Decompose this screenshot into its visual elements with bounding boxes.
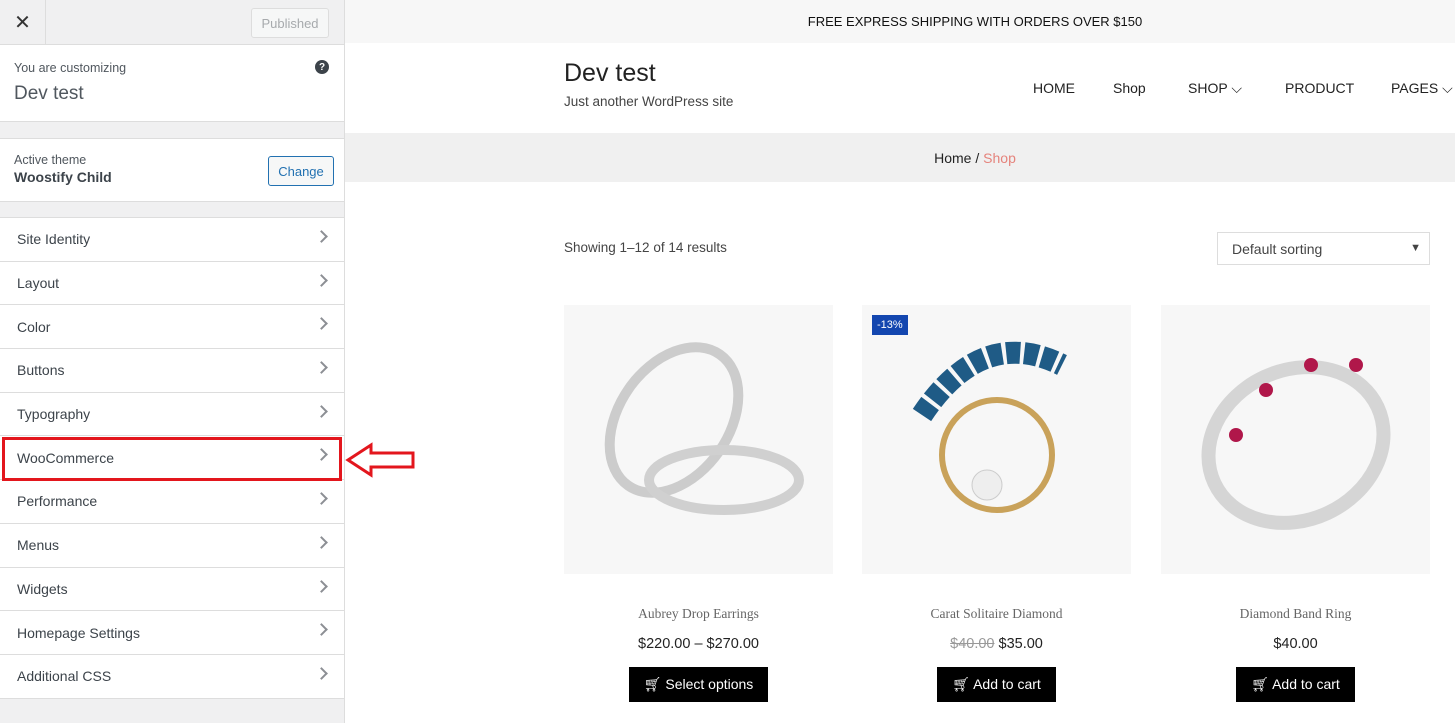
nav-shop-dropdown[interactable]: SHOP ⌵ (1188, 80, 1242, 97)
menu-item-buttons[interactable]: Buttons (0, 349, 344, 393)
menu-item-label: Site Identity (17, 231, 91, 248)
menu-item-performance[interactable]: Performance (0, 480, 344, 524)
nav-product[interactable]: PRODUCT (1285, 80, 1354, 96)
product-card: Aubrey Drop Earrings $220.00 – $270.00 🛒… (564, 305, 833, 702)
site-tagline: Just another WordPress site (564, 94, 734, 109)
nav-label: SHOP (1188, 80, 1228, 96)
product-price: $220.00 – $270.00 (638, 636, 759, 652)
menu-item-label: WooCommerce (17, 449, 114, 466)
menu-item-typography[interactable]: Typography (0, 392, 344, 437)
product-card: -13% Carat Solitaire Diamond $40.00 $35.0… (862, 305, 1131, 702)
chevron-right-icon (315, 579, 328, 593)
breadcrumb-separator: / (975, 149, 980, 166)
customizer-header: ✕ Published (0, 0, 344, 45)
sale-price: $35.00 (998, 636, 1043, 652)
add-to-cart-button[interactable]: 🛒︎ Add to cart (937, 667, 1056, 702)
nav-label: PAGES (1391, 80, 1439, 96)
chevron-down-icon: ⌵ (1442, 80, 1453, 96)
help-icon[interactable]: ? (315, 60, 329, 74)
menu-item-label: Homepage Settings (17, 624, 140, 641)
chevron-right-icon (315, 404, 328, 418)
product-image[interactable] (1161, 305, 1430, 574)
menu-item-menus[interactable]: Menus (0, 523, 344, 568)
product-name[interactable]: Aubrey Drop Earrings (564, 606, 833, 622)
button-label: Add to cart (973, 676, 1041, 692)
chevron-right-icon (315, 273, 328, 287)
select-options-button[interactable]: 🛒︎ Select options (628, 667, 769, 702)
menu-item-site-identity[interactable]: Site Identity (0, 218, 344, 262)
menu-item-label: Buttons (17, 362, 65, 379)
button-label: Add to cart (1272, 676, 1340, 692)
brooch-image-icon (912, 341, 1067, 513)
breadcrumb: Home / Shop (345, 133, 1455, 182)
menu-item-label: Typography (17, 406, 91, 423)
customizer-sidebar: ✕ Published You are customizing Dev test… (0, 0, 345, 723)
product-name[interactable]: Carat Solitaire Diamond (862, 606, 1131, 622)
breadcrumb-current: Shop (983, 149, 1016, 166)
menu-item-label: Menus (17, 537, 60, 554)
old-price: $40.00 (950, 636, 995, 652)
product-image[interactable] (564, 305, 833, 574)
band-ring-image-icon (1201, 358, 1391, 530)
menu-item-label: Performance (17, 493, 98, 510)
chevron-right-icon (315, 535, 328, 549)
add-to-cart-button[interactable]: 🛒︎ Add to cart (1236, 667, 1355, 702)
site-header: Dev test Just another WordPress site HOM… (345, 43, 1455, 133)
chevron-right-icon (315, 667, 328, 680)
customizing-label: You are customizing (14, 61, 127, 75)
chevron-right-icon (315, 317, 328, 331)
menu-item-layout[interactable]: Layout (0, 261, 344, 306)
button-label: Select options (665, 676, 754, 692)
sorting-select[interactable]: Default sorting ▼ (1217, 232, 1430, 265)
cart-icon: 🛒︎ (952, 676, 970, 692)
product-image[interactable]: -13% (862, 305, 1131, 574)
menu-item-homepage-settings[interactable]: Homepage Settings (0, 611, 344, 655)
chevron-right-icon (315, 230, 328, 243)
change-theme-button[interactable]: Change (268, 156, 334, 186)
menu-item-label: Additional CSS (17, 668, 112, 685)
menu-item-widgets[interactable]: Widgets (0, 567, 344, 612)
product-price: $40.00 (1273, 636, 1318, 652)
nav-home[interactable]: HOME (1033, 80, 1075, 96)
chevron-down-icon: ⌵ (1231, 80, 1242, 96)
menu-item-label: Widgets (17, 580, 68, 597)
breadcrumb-home[interactable]: Home (934, 150, 971, 166)
site-title[interactable]: Dev test (564, 59, 656, 88)
published-button[interactable]: Published (251, 8, 329, 38)
close-icon[interactable]: ✕ (0, 0, 46, 44)
result-count: Showing 1–12 of 14 results (564, 240, 727, 255)
chevron-right-icon (315, 361, 328, 374)
menu-item-label: Color (17, 318, 51, 335)
menu-item-woocommerce[interactable]: WooCommerce (0, 436, 344, 481)
chevron-down-icon: ▼ (1410, 242, 1421, 254)
menu-item-additional-css[interactable]: Additional CSS (0, 654, 344, 699)
product-name[interactable]: Diamond Band Ring (1161, 606, 1430, 622)
shipping-banner: FREE EXPRESS SHIPPING WITH ORDERS OVER $… (345, 0, 1455, 43)
customizing-info: You are customizing Dev test ? (0, 45, 344, 122)
product-card: Diamond Band Ring $40.00 🛒︎ Add to cart (1161, 305, 1430, 702)
chevron-right-icon (315, 448, 328, 462)
cart-icon: 🛒︎ (643, 676, 662, 692)
discount-badge: -13% (872, 315, 908, 335)
product-price: $40.00 $35.00 (862, 636, 1131, 652)
active-theme-panel: Active theme Woostify Child Change (0, 138, 344, 202)
menu-item-label: Layout (17, 275, 60, 292)
customizer-menu: Site Identity Layout Color Buttons Typog… (0, 217, 344, 699)
nav-pages-dropdown[interactable]: PAGES ⌵ (1391, 80, 1453, 97)
chevron-right-icon (315, 492, 328, 505)
menu-item-color[interactable]: Color (0, 305, 344, 350)
sorting-value: Default sorting (1232, 241, 1323, 257)
nav-shop[interactable]: Shop (1113, 80, 1146, 96)
site-preview: FREE EXPRESS SHIPPING WITH ORDERS OVER $… (345, 0, 1455, 723)
chevron-right-icon (315, 623, 328, 637)
rings-image-icon (604, 342, 804, 515)
cart-icon: 🛒︎ (1251, 676, 1269, 692)
site-name: Dev test (14, 83, 84, 104)
